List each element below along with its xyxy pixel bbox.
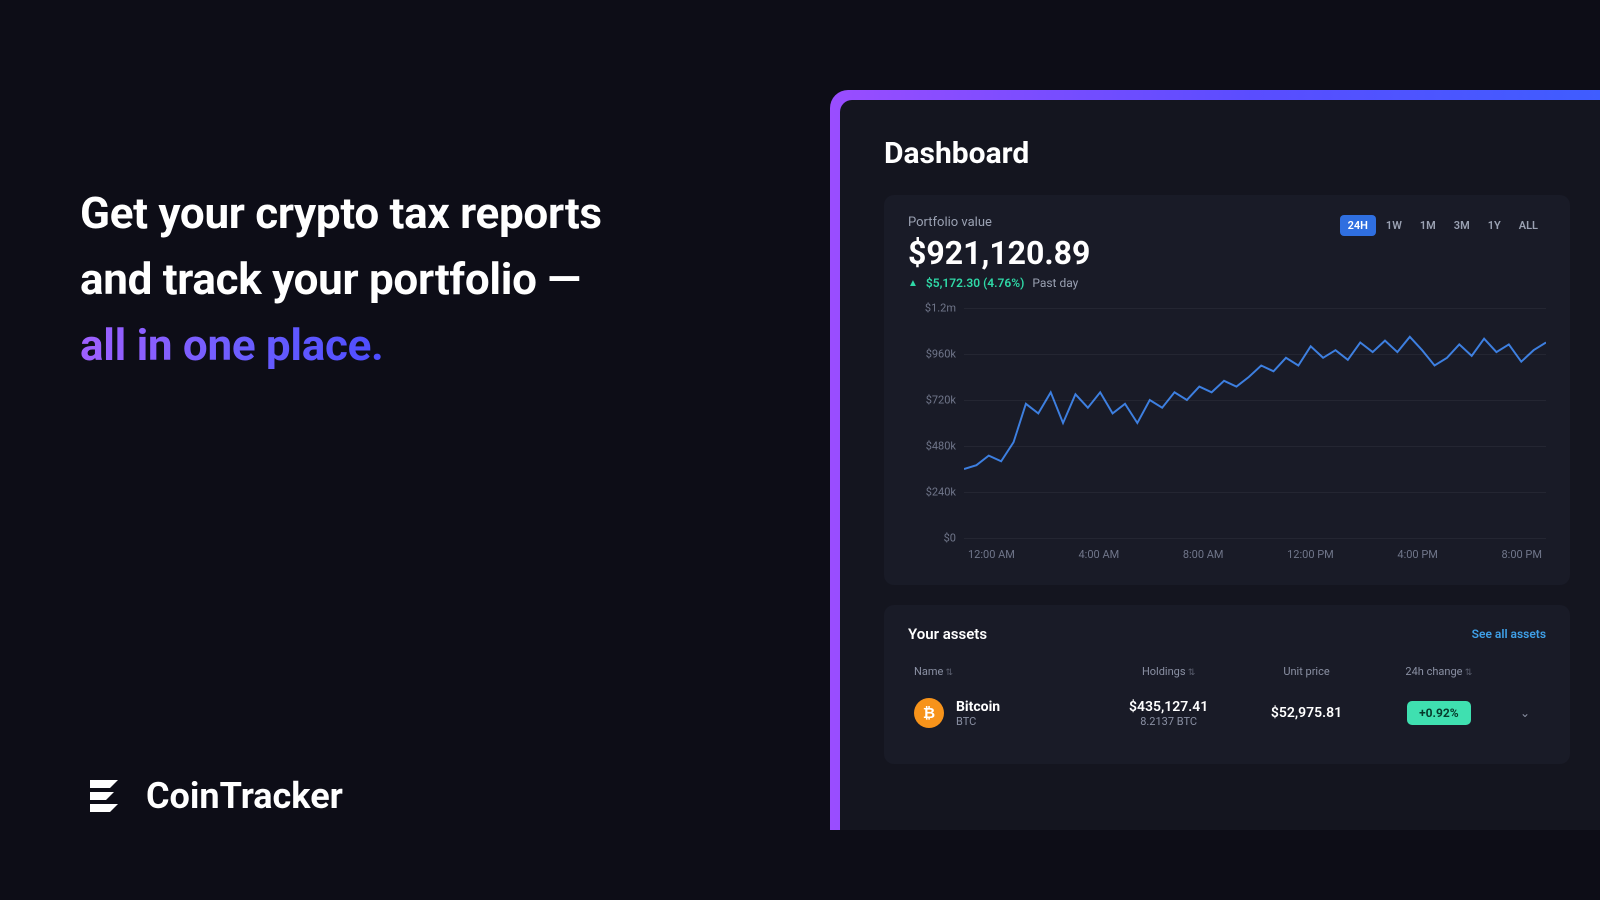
dashboard-title: Dashboard	[884, 136, 1570, 171]
x-tick: 8:00 AM	[1183, 548, 1224, 561]
hero-headline: Get your crypto tax reports and track yo…	[80, 180, 760, 378]
change-badge: +0.92%	[1407, 701, 1471, 725]
y-tick: $240k	[910, 486, 956, 499]
range-tab-3m[interactable]: 3M	[1446, 215, 1478, 236]
expand-row-button[interactable]: ⌄	[1510, 706, 1540, 720]
dashboard-panel: Dashboard Portfolio value $921,120.89 ▲ …	[840, 100, 1600, 830]
hero-line2: and track your portfolio —	[80, 253, 581, 305]
col-holdings[interactable]: Holdings	[1102, 665, 1235, 678]
portfolio-change-period: Past day	[1032, 276, 1078, 290]
range-tab-24h[interactable]: 24H	[1340, 215, 1376, 236]
portfolio-change-value: $5,172.30 (4.76%)	[926, 276, 1024, 290]
asset-row[interactable]: ₿ BitcoinBTC $435,127.418.2137 BTC $52,975.…	[908, 686, 1546, 740]
holdings-qty: 8.2137 BTC	[1102, 715, 1235, 728]
col-unit-price: Unit price	[1245, 665, 1367, 678]
portfolio-value-label: Portfolio value	[908, 215, 1090, 230]
x-tick: 8:00 PM	[1501, 548, 1541, 561]
y-tick: $0	[910, 532, 956, 545]
brand: CoinTracker	[80, 772, 343, 820]
y-tick: $960k	[910, 348, 956, 361]
x-tick: 4:00 PM	[1397, 548, 1437, 561]
asset-symbol: BTC	[956, 715, 1000, 728]
holdings-usd: $435,127.41	[1102, 699, 1235, 715]
unit-price: $52,975.81	[1245, 705, 1367, 721]
brand-logo-icon	[80, 772, 128, 820]
asset-name: Bitcoin	[956, 699, 1000, 715]
range-tabs: 24H1W1M3M1YALL	[1340, 215, 1546, 236]
portfolio-chart: $0$240k$480k$720k$960k$1.2m	[908, 308, 1546, 538]
portfolio-change: ▲ $5,172.30 (4.76%) Past day	[908, 276, 1090, 290]
range-tab-1y[interactable]: 1Y	[1480, 215, 1509, 236]
hero-accent: all in one place.	[80, 319, 384, 371]
hero-line1: Get your crypto tax reports	[80, 187, 602, 239]
y-tick: $1.2m	[910, 302, 956, 315]
range-tab-all[interactable]: ALL	[1511, 215, 1546, 236]
portfolio-value: $921,120.89	[908, 234, 1090, 272]
x-tick: 4:00 AM	[1079, 548, 1120, 561]
assets-title: Your assets	[908, 625, 987, 643]
range-tab-1w[interactable]: 1W	[1378, 215, 1410, 236]
chart-x-axis: 12:00 AM 4:00 AM 8:00 AM 12:00 PM 4:00 PM 8:0…	[908, 548, 1546, 561]
x-tick: 12:00 AM	[968, 548, 1015, 561]
portfolio-card: Portfolio value $921,120.89 ▲ $5,172.30 …	[884, 195, 1570, 585]
see-all-assets-link[interactable]: See all assets	[1472, 627, 1546, 641]
assets-table-header: Name Holdings Unit price 24h change	[908, 657, 1546, 686]
y-tick: $720k	[910, 394, 956, 407]
brand-name: CoinTracker	[146, 775, 343, 817]
col-change[interactable]: 24h change	[1378, 665, 1500, 678]
assets-card: Your assets See all assets Name Holdings…	[884, 605, 1570, 764]
range-tab-1m[interactable]: 1M	[1412, 215, 1444, 236]
up-arrow-icon: ▲	[908, 278, 918, 289]
col-name[interactable]: Name	[914, 665, 1092, 678]
x-tick: 12:00 PM	[1287, 548, 1334, 561]
dashboard-frame: Dashboard Portfolio value $921,120.89 ▲ …	[830, 90, 1600, 830]
bitcoin-icon: ₿	[914, 698, 944, 728]
y-tick: $480k	[910, 440, 956, 453]
